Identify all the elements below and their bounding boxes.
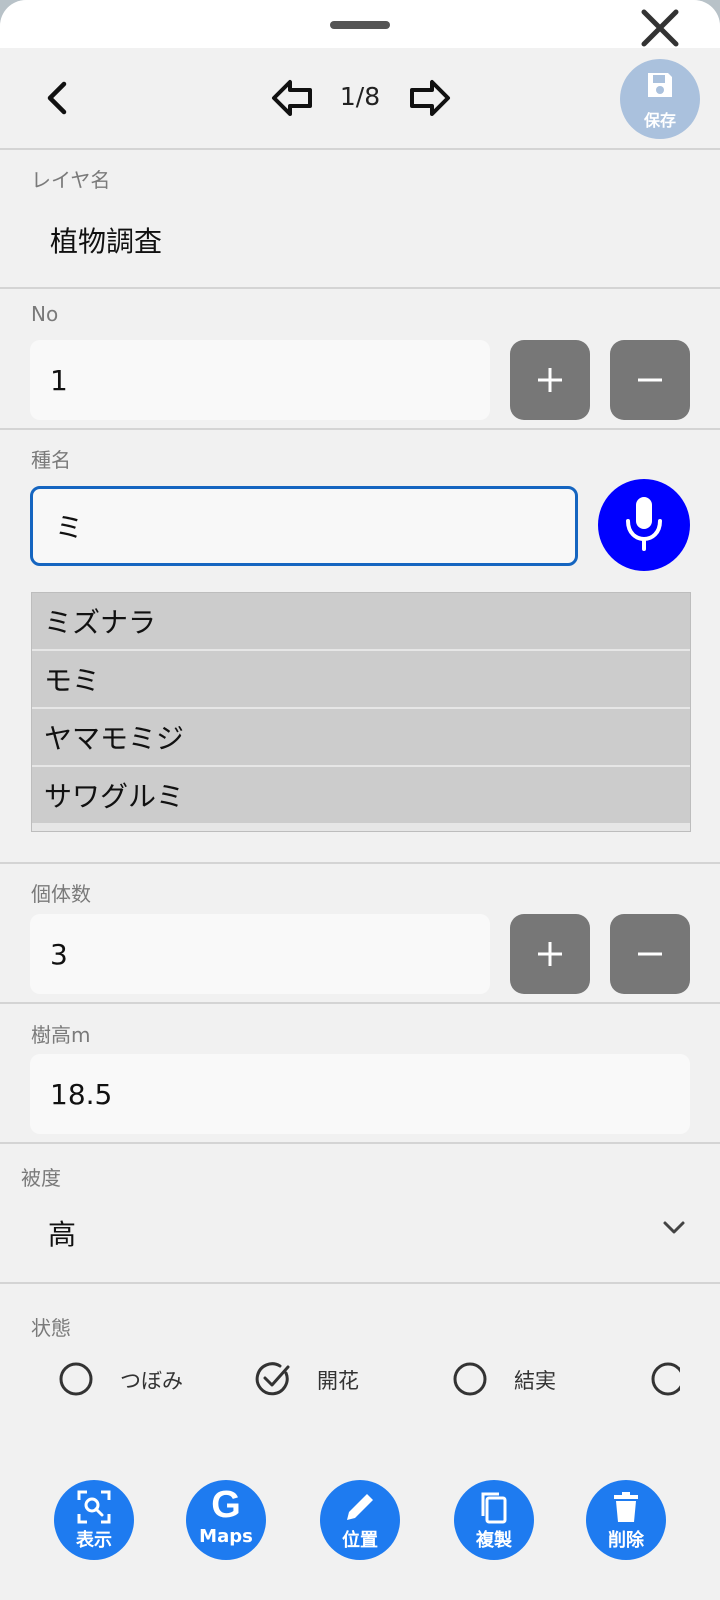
divider: [0, 287, 720, 289]
sheet-header: [0, 0, 720, 48]
record-toolbar: 1/8 保存: [0, 48, 720, 150]
previous-record-icon[interactable]: [270, 78, 314, 118]
no-input[interactable]: 1: [30, 340, 490, 420]
height-label: 樹高m: [31, 1023, 91, 1047]
delete-label: 削除: [608, 1530, 644, 1551]
status-option-flowering[interactable]: 開花: [255, 1357, 435, 1405]
no-decrement-button[interactable]: [610, 340, 690, 420]
google-g-icon: G: [211, 1484, 241, 1526]
suggestion-item[interactable]: ヤマモミジ: [32, 709, 690, 765]
divider: [0, 1002, 720, 1004]
status-option-fruiting[interactable]: 結実: [452, 1357, 632, 1405]
close-icon[interactable]: [640, 8, 680, 48]
count-input[interactable]: 3: [30, 914, 490, 994]
suggestion-item[interactable]: ミズナラ: [32, 593, 690, 649]
next-record-icon[interactable]: [408, 78, 452, 118]
divider: [0, 428, 720, 430]
back-chevron-icon[interactable]: [44, 80, 72, 116]
radio-unchecked-icon: [453, 1362, 487, 1396]
show-button[interactable]: 表示: [54, 1480, 134, 1560]
no-label: No: [31, 302, 59, 326]
suggestion-item[interactable]: モミ: [32, 651, 690, 707]
status-option-label: 開花: [317, 1369, 359, 1393]
delete-button[interactable]: 削除: [586, 1480, 666, 1560]
voice-input-button[interactable]: [598, 479, 690, 571]
position-label: 位置: [342, 1530, 378, 1551]
feature-edit-sheet: 1/8 保存 レイヤ名 植物調査 No 1 種名 ミ ミズナラ モミ ヤマモミジ…: [0, 0, 720, 1600]
coverage-label: 被度: [21, 1166, 61, 1190]
layer-name-value: 植物調査: [50, 225, 163, 258]
divider: [0, 862, 720, 864]
microphone-icon: [626, 497, 662, 551]
status-label: 状態: [31, 1316, 71, 1340]
minus-icon: [638, 378, 662, 382]
page-indicator: 1/8: [339, 82, 381, 111]
radio-unchecked-icon: [59, 1362, 93, 1396]
show-label: 表示: [76, 1530, 112, 1551]
status-option-label: つぼみ: [120, 1369, 183, 1393]
plus-icon: [538, 942, 562, 966]
plus-icon: [538, 368, 562, 392]
status-option-partial[interactable]: [650, 1357, 680, 1405]
minus-icon: [638, 952, 662, 956]
position-button[interactable]: 位置: [320, 1480, 400, 1560]
species-input[interactable]: ミ: [30, 486, 578, 566]
copy-icon: [481, 1492, 507, 1524]
count-increment-button[interactable]: [510, 914, 590, 994]
no-increment-button[interactable]: [510, 340, 590, 420]
divider: [0, 1282, 720, 1284]
count-label: 個体数: [31, 882, 91, 906]
duplicate-label: 複製: [476, 1530, 512, 1551]
count-decrement-button[interactable]: [610, 914, 690, 994]
maps-label: Maps: [199, 1526, 253, 1547]
species-label: 種名: [31, 448, 71, 472]
pencil-icon: [347, 1494, 373, 1520]
zoom-scan-icon: [77, 1490, 111, 1524]
radio-checked-icon: [255, 1362, 290, 1396]
status-option-bud[interactable]: つぼみ: [58, 1357, 238, 1405]
google-maps-button[interactable]: G Maps: [186, 1480, 266, 1560]
status-options: つぼみ 開花 結実: [0, 1357, 720, 1405]
layer-name-label: レイヤ名: [31, 168, 111, 192]
chevron-down-icon[interactable]: [662, 1220, 686, 1236]
divider: [0, 1142, 720, 1144]
duplicate-button[interactable]: 複製: [454, 1480, 534, 1560]
suggestion-item[interactable]: サワグルミ: [32, 767, 690, 823]
drag-handle[interactable]: [330, 21, 390, 29]
coverage-select[interactable]: 高: [48, 1213, 76, 1253]
save-label: 保存: [643, 111, 676, 130]
status-option-label: 結実: [514, 1369, 556, 1393]
trash-icon: [614, 1492, 638, 1522]
floppy-disk-icon: [648, 73, 672, 97]
radio-unchecked-icon: [651, 1362, 680, 1396]
height-input[interactable]: 18.5: [30, 1054, 690, 1134]
species-suggestion-list[interactable]: ミズナラ モミ ヤマモミジ サワグルミ: [31, 592, 691, 832]
save-button[interactable]: 保存: [620, 59, 700, 139]
